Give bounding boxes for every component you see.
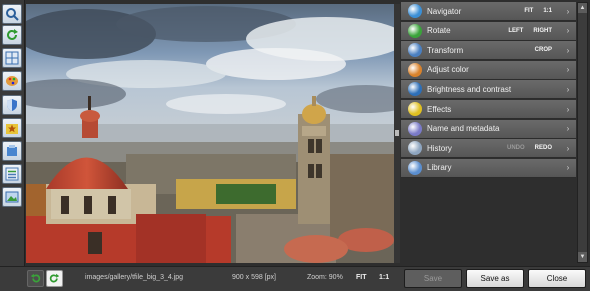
panel-action-left[interactable]: LEFT: [508, 28, 523, 34]
scroll-up-icon[interactable]: ▲: [578, 3, 587, 13]
chevron-right-icon[interactable]: ›: [562, 7, 574, 16]
history-icon: [408, 141, 422, 156]
panel-item-label: Brightness and contrast: [427, 84, 512, 94]
image-canvas[interactable]: [26, 4, 394, 263]
panel-item-adjust-color[interactable]: Adjust color ›: [401, 60, 576, 80]
panel-action-undo[interactable]: UNDO: [507, 145, 525, 151]
chevron-right-icon[interactable]: ›: [562, 144, 574, 153]
panel-scrollbar[interactable]: ▲ ▼: [577, 2, 588, 263]
save-button[interactable]: Save: [404, 269, 462, 288]
tools-panel: Navigator FIT 1:1 › Rotate LEFT RIGHT › Transfor…: [401, 2, 576, 182]
panel-splitter[interactable]: [394, 4, 400, 263]
panel-item-label: Rotate: [427, 26, 451, 36]
panel-item-history[interactable]: History UNDO REDO ›: [401, 139, 576, 159]
effects-icon: [408, 102, 422, 116]
puzzle-icon[interactable]: [2, 141, 22, 161]
panel-item-label: Library: [427, 163, 452, 173]
panel-action-redo[interactable]: REDO: [535, 145, 552, 151]
panel-action-1-1[interactable]: 1:1: [543, 8, 552, 14]
save-as-button[interactable]: Save as: [466, 269, 524, 288]
panel-item-library[interactable]: Library ›: [401, 158, 576, 178]
metadata-icon: [408, 121, 422, 136]
panel-item-label: Adjust color: [427, 65, 469, 75]
left-toolbar: [0, 0, 25, 291]
panel-action-crop[interactable]: CROP: [535, 47, 552, 53]
redo-icon[interactable]: [46, 270, 63, 287]
panel-item-effects[interactable]: Effects ›: [401, 100, 576, 119]
list-icon[interactable]: [2, 164, 22, 184]
chevron-right-icon[interactable]: ›: [562, 85, 574, 94]
rotate-icon: [408, 23, 422, 38]
panel-item-label: Name and metadata: [427, 124, 500, 134]
panel-item-label: Effects: [427, 104, 452, 114]
grid-icon[interactable]: [2, 48, 22, 68]
close-button[interactable]: Close: [528, 269, 586, 288]
image-editor-window: Navigator FIT 1:1 › Rotate LEFT RIGHT › Transfor…: [0, 0, 590, 291]
panel-item-navigator[interactable]: Navigator FIT 1:1 ›: [401, 2, 576, 21]
image-dimensions: 900 x 598 [px]: [232, 274, 276, 281]
panel-item-brightness-and-contrast[interactable]: Brightness and contrast ›: [401, 80, 576, 100]
chevron-right-icon[interactable]: ›: [562, 124, 574, 133]
adjust-color-icon: [408, 62, 422, 77]
image-icon[interactable]: [2, 187, 22, 207]
undo-icon[interactable]: [27, 270, 44, 287]
fit-button[interactable]: FIT: [356, 274, 367, 281]
panel-item-transform[interactable]: Transform CROP ›: [401, 41, 576, 61]
transform-icon: [408, 43, 422, 58]
chevron-right-icon[interactable]: ›: [562, 163, 574, 172]
brightness-icon: [408, 82, 422, 97]
navigator-icon: [408, 4, 422, 18]
zoom-icon[interactable]: [2, 4, 22, 24]
star-icon[interactable]: [2, 118, 22, 138]
chevron-right-icon[interactable]: ›: [562, 46, 574, 55]
splitter-grip[interactable]: [395, 130, 399, 136]
refresh-icon[interactable]: [2, 25, 22, 45]
panel-item-name-and-metadata[interactable]: Name and metadata ›: [401, 119, 576, 139]
library-icon: [408, 160, 422, 175]
zoom-level: Zoom: 90%: [307, 274, 343, 281]
panel-action-fit[interactable]: FIT: [524, 8, 533, 14]
palette-icon[interactable]: [2, 71, 22, 91]
chevron-right-icon[interactable]: ›: [562, 26, 574, 35]
one-to-one-button[interactable]: 1:1: [379, 274, 389, 281]
file-path: images/gallery/tfile_big_3_4.jpg: [85, 274, 184, 281]
photo-cityscape: [26, 4, 394, 263]
panel-item-label: Navigator: [427, 6, 462, 16]
status-bar: images/gallery/tfile_big_3_4.jpg 900 x 5…: [0, 266, 590, 291]
shield-icon[interactable]: [2, 95, 22, 115]
panel-item-rotate[interactable]: Rotate LEFT RIGHT ›: [401, 21, 576, 41]
panel-action-right[interactable]: RIGHT: [533, 28, 552, 34]
panel-item-label: History: [427, 143, 452, 153]
chevron-right-icon[interactable]: ›: [562, 65, 574, 74]
scroll-down-icon[interactable]: ▼: [578, 252, 587, 262]
chevron-right-icon[interactable]: ›: [562, 105, 574, 114]
panel-item-label: Transform: [427, 45, 464, 55]
